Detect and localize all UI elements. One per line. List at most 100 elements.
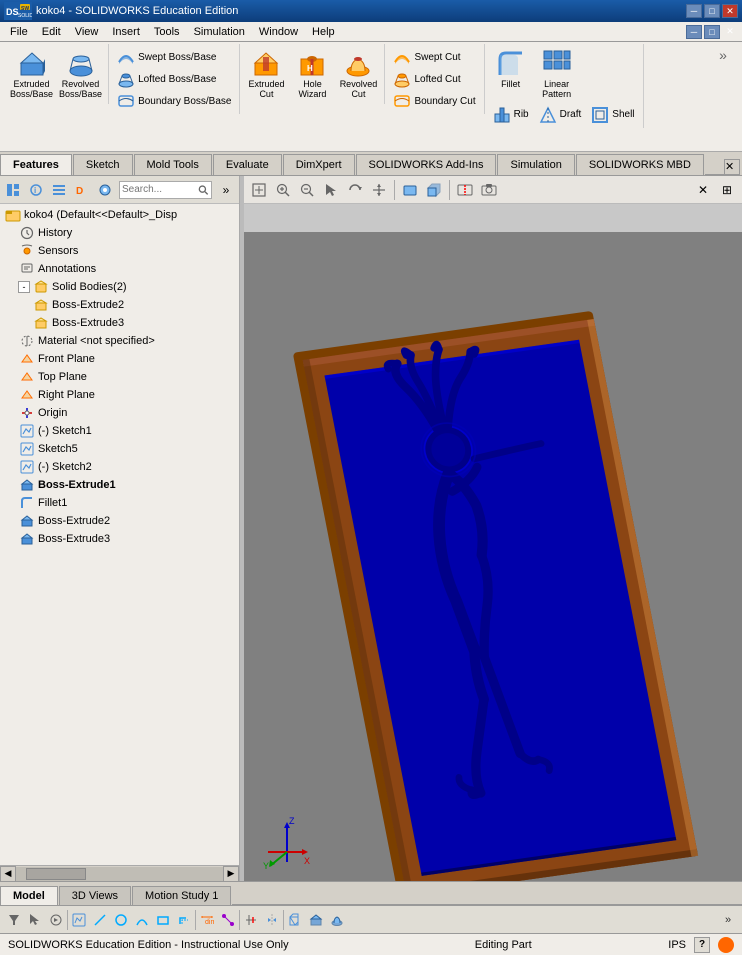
boundary-cut-button[interactable]: Boundary Cut [389,90,479,112]
toolbar-more-button[interactable]: » [712,44,734,66]
tree-item-sensors[interactable]: Sensors [0,242,239,260]
revolved-cut-button[interactable]: RevolvedCut [336,46,380,102]
bt-3d-sketch-button[interactable] [285,910,305,930]
bt-offset-button[interactable] [174,910,194,930]
bt-circle-button[interactable] [111,910,131,930]
notification-indicator[interactable] [718,937,734,953]
close-viewport-button[interactable]: ✕ [692,179,714,201]
tree-item-boss-extrude3-body[interactable]: Boss-Extrude3 [0,314,239,332]
rotate-button[interactable] [344,179,366,201]
tree-item-annotations[interactable]: Annotations [0,260,239,278]
zoom-to-fit-button[interactable] [248,179,270,201]
property-manager-tab[interactable]: i [25,179,47,201]
expand-viewport-button[interactable]: ⊞ [716,179,738,201]
zoom-out-button[interactable] [296,179,318,201]
bt-smart-select-button[interactable] [46,910,66,930]
doc-restore-button[interactable]: □ [704,25,720,39]
tree-item-history[interactable]: History [0,224,239,242]
doc-minimize-button[interactable]: ─ [686,25,702,39]
shell-button[interactable]: Shell [587,104,638,126]
tab-sketch[interactable]: Sketch [73,154,133,175]
view-orientation-button[interactable] [423,179,445,201]
tree-item-boss-extrude2-body[interactable]: Boss-Extrude2 [0,296,239,314]
menu-tools[interactable]: Tools [148,24,186,40]
bt-relations-button[interactable] [218,910,238,930]
tree-item-front-plane[interactable]: Front Plane [0,350,239,368]
menu-file[interactable]: File [4,24,34,40]
fillet-button[interactable]: Fillet [489,46,533,102]
scroll-left-button[interactable]: ◀ [0,866,16,882]
tab-mold-tools[interactable]: Mold Tools [134,154,212,175]
tree-item-boss-extrude1[interactable]: Boss-Extrude1 [0,476,239,494]
extruded-cut-button[interactable]: ExtrudedCut [244,46,288,102]
bt-filter-button[interactable] [4,910,24,930]
menu-view[interactable]: View [69,24,105,40]
revolved-boss-base-button[interactable]: RevolvedBoss/Base [57,46,104,102]
bt-rectangle-button[interactable] [153,910,173,930]
display-style-button[interactable] [399,179,421,201]
tree-item-root[interactable]: koko4 (Default<<Default>_Disp [0,206,239,224]
panel-close-button[interactable]: ✕ [724,159,740,175]
tree-item-sketch5[interactable]: Sketch5 [0,440,239,458]
display-manager-tab[interactable] [94,179,116,201]
boundary-boss-button[interactable]: Boundary Boss/Base [113,90,235,112]
bt-dimension-button[interactable]: dim [197,910,217,930]
tree-item-boss-extrude3[interactable]: Boss-Extrude3 [0,530,239,548]
config-manager-tab[interactable] [48,179,70,201]
tab-dimxpert[interactable]: DimXpert [283,154,355,175]
minimize-button[interactable]: ─ [686,4,702,18]
dim-xpert-manager-tab[interactable]: D [71,179,93,201]
bt-arc-button[interactable] [132,910,152,930]
tab-evaluate[interactable]: Evaluate [213,154,282,175]
tree-item-sketch1[interactable]: (-) Sketch1 [0,422,239,440]
bt-trim-button[interactable] [241,910,261,930]
section-view-button[interactable] [454,179,476,201]
feature-manager-tab[interactable] [2,179,24,201]
menu-simulation[interactable]: Simulation [188,24,251,40]
tab-features[interactable]: Features [0,154,72,175]
rib-button[interactable]: Rib [489,104,533,126]
horizontal-scrollbar[interactable]: ◀ ▶ [0,865,239,881]
bt-revolve-button[interactable] [327,910,347,930]
horizontal-scroll-track[interactable] [16,867,223,881]
extruded-boss-base-button[interactable]: ExtrudedBoss/Base [8,46,55,102]
maximize-button[interactable]: □ [704,4,720,18]
lofted-boss-button[interactable]: Lofted Boss/Base [113,68,235,90]
bt-extrude-button[interactable] [306,910,326,930]
tree-item-sketch2[interactable]: (-) Sketch2 [0,458,239,476]
swept-cut-button[interactable]: Swept Cut [389,46,479,68]
draft-button[interactable]: Draft [535,104,586,126]
menu-window[interactable]: Window [253,24,304,40]
bottom-tab-3d-views[interactable]: 3D Views [59,886,131,905]
swept-boss-button[interactable]: Swept Boss/Base [113,46,235,68]
viewport-3d[interactable]: Z X Y [244,232,742,881]
tab-mbd[interactable]: SOLIDWORKS MBD [576,154,704,175]
hole-wizard-button[interactable]: H HoleWizard [290,46,334,102]
bottom-tab-model[interactable]: Model [0,886,58,905]
pan-button[interactable] [368,179,390,201]
scroll-right-button[interactable]: ▶ [223,866,239,882]
menu-help[interactable]: Help [306,24,341,40]
zoom-in-button[interactable] [272,179,294,201]
tree-item-top-plane[interactable]: Top Plane [0,368,239,386]
bt-line-button[interactable] [90,910,110,930]
view-camera-button[interactable] [478,179,500,201]
bottom-tab-motion-study[interactable]: Motion Study 1 [132,886,231,905]
horizontal-scroll-thumb[interactable] [26,868,86,880]
doc-close-button[interactable]: ✕ [722,25,738,39]
menu-insert[interactable]: Insert [106,24,146,40]
bt-select-button[interactable] [25,910,45,930]
select-tool-button[interactable] [320,179,342,201]
lofted-cut-button[interactable]: Lofted Cut [389,68,479,90]
tree-item-origin[interactable]: Origin [0,404,239,422]
tree-item-right-plane[interactable]: Right Plane [0,386,239,404]
solid-bodies-expand[interactable]: - [18,281,30,293]
bt-sketch-button[interactable] [69,910,89,930]
close-button[interactable]: ✕ [722,4,738,18]
tree-item-material[interactable]: Material <not specified> [0,332,239,350]
linear-pattern-button[interactable]: LinearPattern [535,46,579,102]
bt-more-button[interactable]: » [718,910,738,930]
menu-edit[interactable]: Edit [36,24,67,40]
tree-item-boss-extrude2[interactable]: Boss-Extrude2 [0,512,239,530]
bt-mirror-button[interactable] [262,910,282,930]
